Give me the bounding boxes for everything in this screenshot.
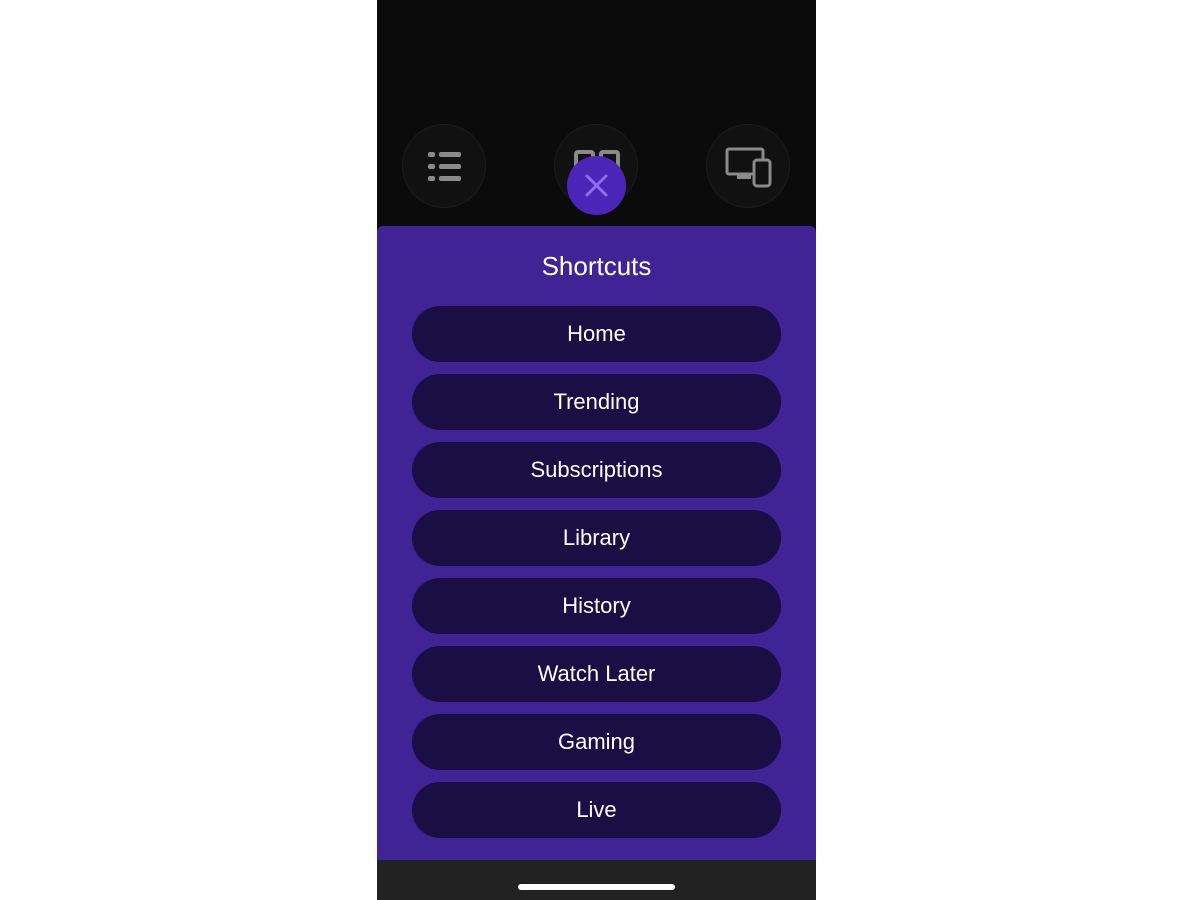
shortcut-trending-button[interactable]: Trending bbox=[412, 374, 781, 430]
sheet-title: Shortcuts bbox=[541, 251, 652, 281]
shortcut-list: Home Trending Subscriptions Library Hist… bbox=[412, 306, 781, 850]
close-button[interactable] bbox=[567, 156, 626, 215]
shortcut-library-button[interactable]: Library bbox=[412, 510, 781, 566]
shortcuts-sheet: Shortcuts Home Trending Subscriptions Li… bbox=[377, 226, 816, 860]
shortcut-history-button[interactable]: History bbox=[412, 578, 781, 634]
shortcut-live-button[interactable]: Live bbox=[412, 782, 781, 838]
shortcut-gaming-button[interactable]: Gaming bbox=[412, 714, 781, 770]
shortcut-home-button[interactable]: Home bbox=[412, 306, 781, 362]
list-icon[interactable] bbox=[402, 124, 486, 208]
home-bar-area bbox=[377, 860, 816, 900]
shortcut-subscriptions-button[interactable]: Subscriptions bbox=[412, 442, 781, 498]
devices-icon[interactable] bbox=[706, 124, 790, 208]
phone-screen: Shortcuts Home Trending Subscriptions Li… bbox=[377, 0, 816, 900]
home-indicator[interactable] bbox=[518, 884, 675, 890]
shortcut-watch-later-button[interactable]: Watch Later bbox=[412, 646, 781, 702]
